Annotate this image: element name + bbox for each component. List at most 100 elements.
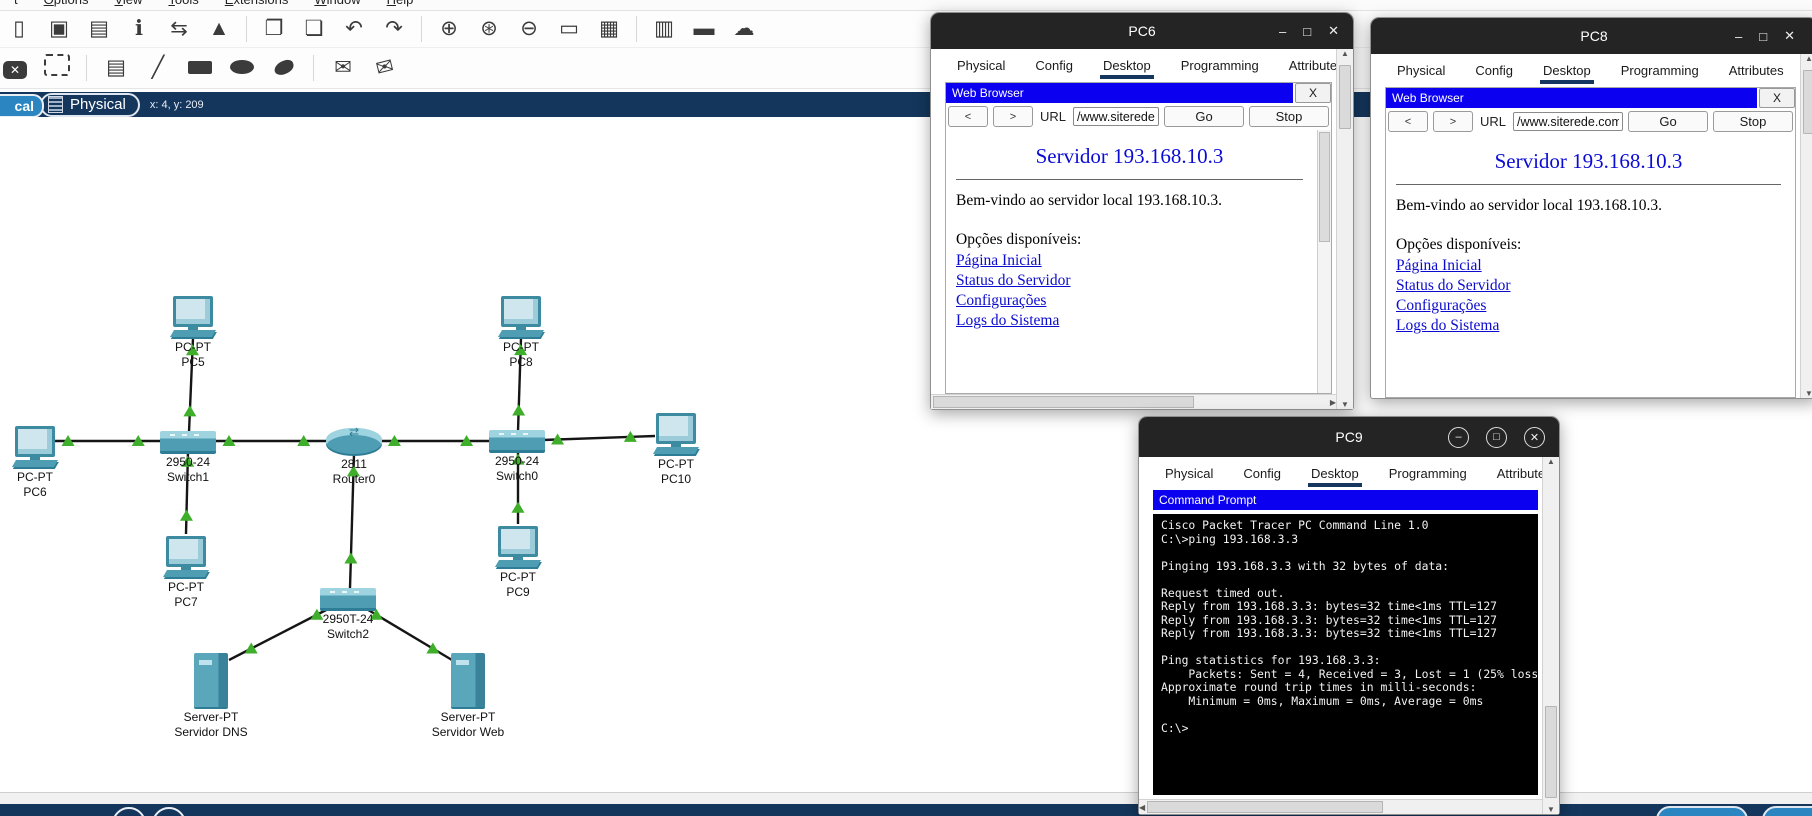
vscroll-thumb[interactable] <box>1339 65 1351 129</box>
tab-config[interactable]: Config <box>1475 63 1513 78</box>
tab-config[interactable]: Config <box>1035 58 1073 73</box>
menu-item-help[interactable]: Help <box>387 0 414 7</box>
info-panel-icon[interactable]: ▥ <box>651 16 677 42</box>
zoom-reset-icon[interactable]: ⊛ <box>476 16 502 42</box>
save-icon[interactable]: ▣ <box>46 16 72 42</box>
tab-physical[interactable]: Physical <box>957 58 1005 73</box>
browser-back-button[interactable]: < <box>1388 111 1428 132</box>
desktop-horizontal-scrollbar[interactable]: ◀ <box>1139 799 1542 814</box>
go-button[interactable]: Go <box>1628 111 1708 132</box>
delete-icon[interactable]: ✕ <box>2 55 28 81</box>
close-icon[interactable]: ✕ <box>1524 426 1545 448</box>
device-pc10[interactable] <box>652 413 700 454</box>
maximize-icon[interactable]: □ <box>1486 426 1507 448</box>
hscroll-thumb[interactable] <box>933 396 1195 408</box>
tab-physical[interactable]: Physical <box>1165 466 1213 481</box>
url-input[interactable] <box>1073 107 1159 126</box>
menu-item-options[interactable]: Options <box>44 0 89 7</box>
device-pc7[interactable] <box>162 536 210 577</box>
device-switch2[interactable] <box>320 588 376 608</box>
tab-desktop[interactable]: Desktop <box>1308 466 1362 487</box>
cloud-services-icon[interactable]: ☁ <box>731 16 757 42</box>
link-status-servidor[interactable]: Status do Servidor <box>1396 276 1781 296</box>
scroll-down-icon[interactable]: ▼ <box>1547 805 1555 814</box>
scroll-up-icon[interactable]: ▲ <box>1547 457 1555 466</box>
inspect-notes-icon[interactable]: ▤ <box>103 55 129 81</box>
menu-item-tools[interactable]: Tools <box>168 0 198 7</box>
page-vertical-scrollbar[interactable] <box>1317 130 1331 393</box>
menu-item-view[interactable]: View <box>114 0 142 7</box>
paste-icon[interactable]: ❏ <box>301 16 327 42</box>
pc6-title-bar[interactable]: PC6 – □ ✕ <box>931 13 1353 49</box>
device-switch1[interactable] <box>160 431 216 451</box>
tab-desktop[interactable]: Desktop <box>1540 63 1594 84</box>
viewport-icon[interactable]: ▭ <box>556 16 582 42</box>
link-status-servidor[interactable]: Status do Servidor <box>956 271 1303 291</box>
device-pc9[interactable] <box>494 526 542 567</box>
draw-rectangle-icon[interactable] <box>187 55 213 81</box>
link-logs-sistema[interactable]: Logs do Sistema <box>956 311 1303 331</box>
tab-programming[interactable]: Programming <box>1389 466 1467 481</box>
draw-line-icon[interactable]: ╱ <box>145 55 171 81</box>
undo-icon[interactable]: ↶ <box>341 16 367 42</box>
tab-programming[interactable]: Programming <box>1181 58 1259 73</box>
link-logs-sistema[interactable]: Logs do Sistema <box>1396 316 1781 336</box>
tab-programming[interactable]: Programming <box>1621 63 1699 78</box>
menu-item-extensions[interactable]: Extensions <box>225 0 289 7</box>
scroll-up-icon[interactable]: ▲ <box>1805 54 1812 63</box>
desktop-horizontal-scrollbar[interactable]: ▶ <box>931 394 1336 409</box>
window-pc8[interactable]: PC8 – □ ✕ Physical Config Desktop Progra… <box>1370 17 1812 399</box>
new-file-icon[interactable]: ▯ <box>6 16 32 42</box>
device-template-manager-icon[interactable]: ▬ <box>691 16 717 42</box>
device-router0[interactable] <box>326 425 382 454</box>
hscroll-thumb[interactable] <box>1147 801 1383 813</box>
device-pc6[interactable] <box>11 426 59 467</box>
device-servidor-dns[interactable] <box>194 653 228 707</box>
pc9-title-bar[interactable]: PC9 – □ ✕ <box>1139 417 1559 457</box>
minimize-icon[interactable]: – <box>1448 426 1469 448</box>
draw-freeform-icon[interactable] <box>271 55 297 81</box>
minimize-icon[interactable]: – <box>1735 29 1742 44</box>
print-icon[interactable]: ▤ <box>86 16 112 42</box>
window-pc6[interactable]: PC6 – □ ✕ Physical Config Desktop Progra… <box>930 12 1354 410</box>
device-pc5[interactable] <box>169 296 217 337</box>
pc8-title-bar[interactable]: PC8 – □ ✕ <box>1371 18 1812 54</box>
add-complex-pdu-icon[interactable]: ✉ <box>369 52 401 84</box>
link-configuracoes[interactable]: Configurações <box>956 291 1303 311</box>
zoom-in-icon[interactable]: ⊕ <box>436 16 462 42</box>
marquee-icon[interactable] <box>44 53 70 83</box>
web-browser-close-button[interactable]: X <box>1295 83 1331 103</box>
device-servidor-web[interactable] <box>451 653 485 707</box>
browser-forward-button[interactable]: > <box>1433 111 1473 132</box>
device-pc8[interactable] <box>497 296 545 337</box>
link-pagina-inicial[interactable]: Página Inicial <box>1396 256 1781 276</box>
terminal-screen[interactable]: Cisco Packet Tracer PC Command Line 1.0 … <box>1153 514 1538 795</box>
stop-button[interactable]: Stop <box>1713 111 1793 132</box>
vscroll-thumb[interactable] <box>1545 706 1557 798</box>
browser-back-button[interactable]: < <box>948 106 988 127</box>
scroll-down-icon[interactable]: ▼ <box>1341 400 1349 409</box>
simulation-mode-button[interactable] <box>1762 806 1812 816</box>
draw-ellipse-icon[interactable] <box>229 55 255 81</box>
page-scroll-thumb[interactable] <box>1319 132 1330 242</box>
go-button[interactable]: Go <box>1164 106 1244 127</box>
stop-button[interactable]: Stop <box>1249 106 1329 127</box>
vscroll-thumb[interactable] <box>1803 70 1812 134</box>
tab-attributes[interactable]: Attributes <box>1729 63 1784 78</box>
maximize-icon[interactable]: □ <box>1303 24 1311 39</box>
window-pc9[interactable]: PC9 – □ ✕ Physical Config Desktop Progra… <box>1138 416 1560 815</box>
url-input[interactable] <box>1513 112 1623 131</box>
maximize-icon[interactable]: □ <box>1759 29 1767 44</box>
close-icon[interactable]: ✕ <box>1784 28 1795 44</box>
tab-physical[interactable]: Physical <box>1397 63 1445 78</box>
legend-icon[interactable]: ▦ <box>596 16 622 42</box>
desktop-vertical-scrollbar[interactable]: ▲ ▼ <box>1542 457 1559 814</box>
minimize-icon[interactable]: – <box>1279 24 1286 39</box>
activity-wizard-icon[interactable]: ⇆ <box>166 16 192 42</box>
physical-workspace-tab[interactable]: Physical <box>40 92 140 117</box>
logical-workspace-tab[interactable]: cal <box>0 94 44 118</box>
redo-icon[interactable]: ↷ <box>381 16 407 42</box>
link-configuracoes[interactable]: Configurações <box>1396 296 1781 316</box>
device-switch0[interactable] <box>489 430 545 450</box>
tab-desktop[interactable]: Desktop <box>1100 58 1154 79</box>
